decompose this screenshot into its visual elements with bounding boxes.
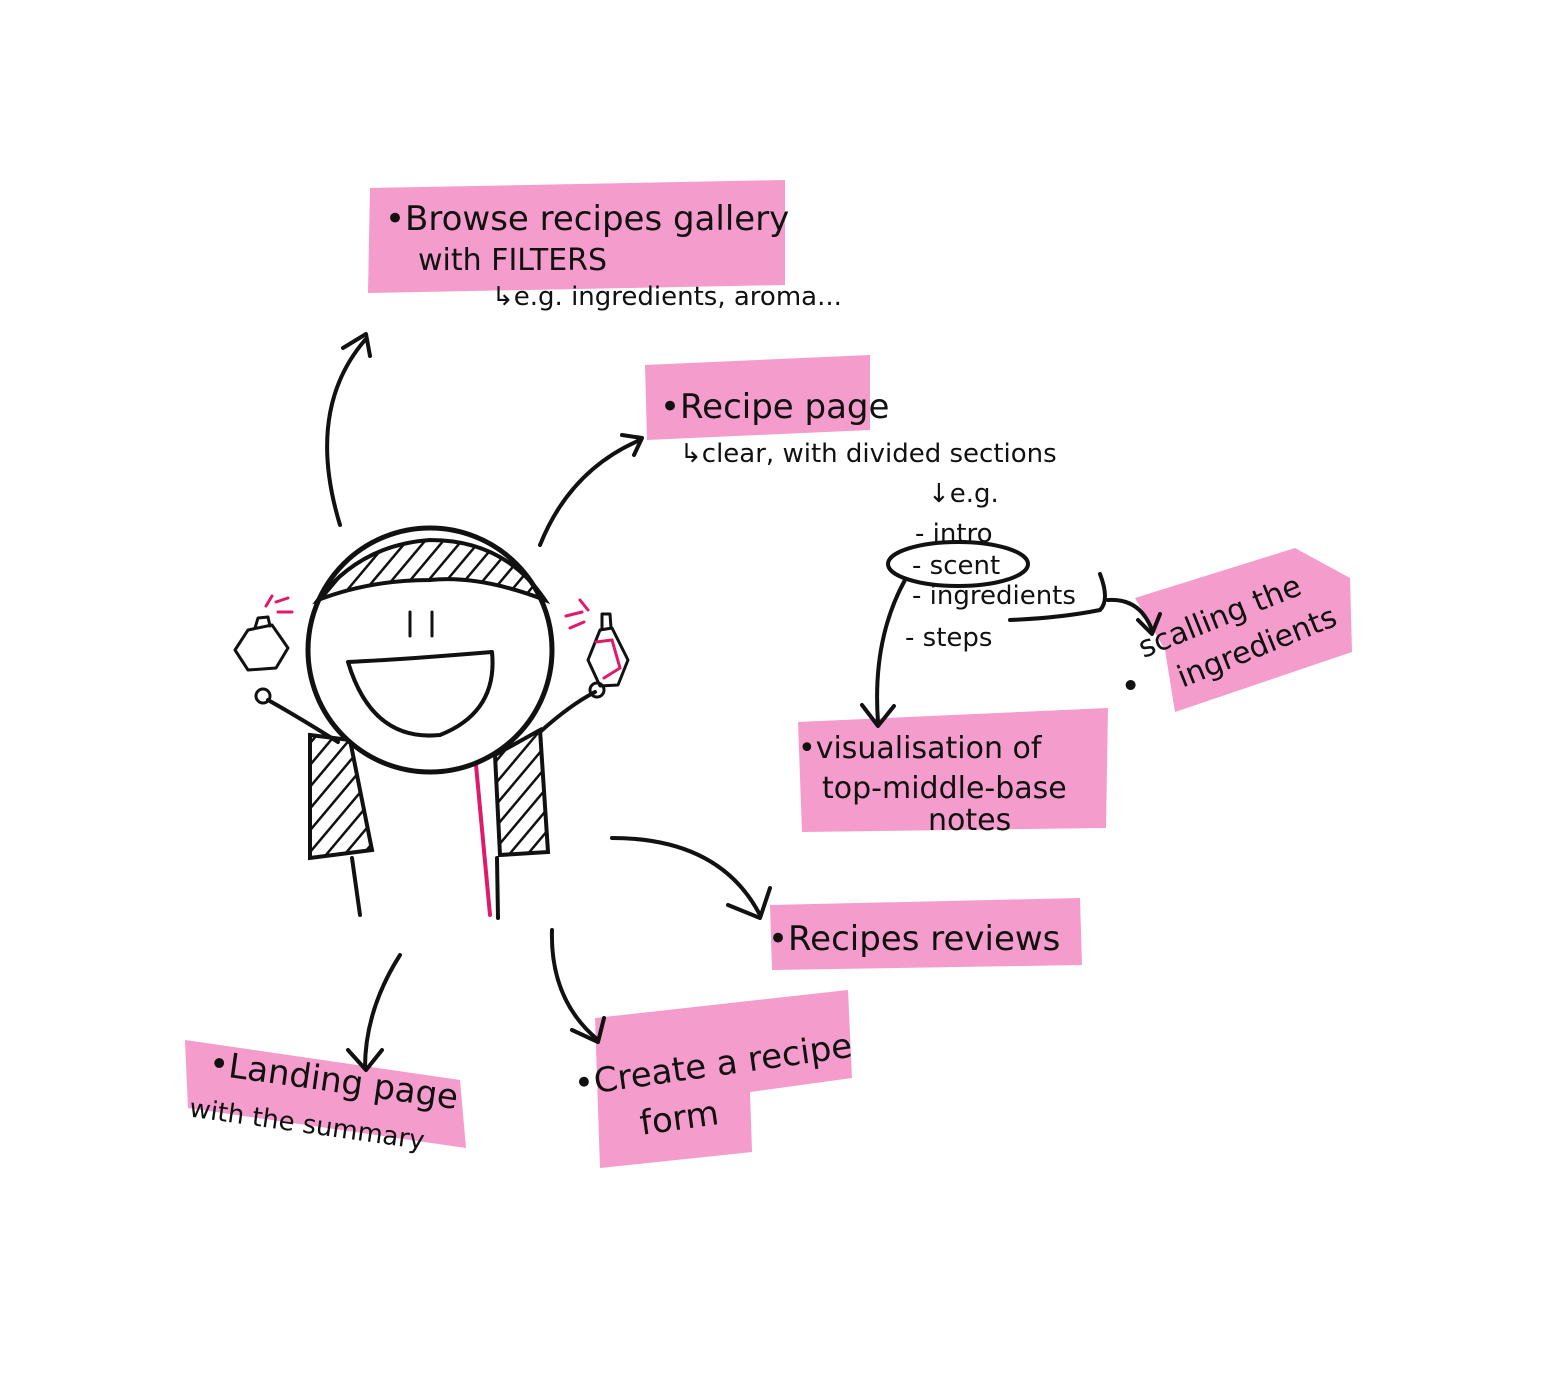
browse-line1: •Browse recipes gallery xyxy=(385,199,789,239)
scarf-stripe xyxy=(474,763,492,917)
section-intro: - intro xyxy=(915,519,993,549)
section-steps: - steps xyxy=(905,623,992,653)
right-perfume-bottle-icon xyxy=(564,598,630,688)
left-perfume-bottle-icon xyxy=(233,594,294,672)
browse-note: ↳e.g. ingredients, aroma... xyxy=(492,282,842,312)
arrow-to-landing xyxy=(346,953,402,1072)
section-ingredients: - ingredients xyxy=(912,581,1076,611)
recipe-page-eg: ↓e.g. xyxy=(928,479,999,509)
browse-line2: with FILTERS xyxy=(418,243,607,278)
recipe-page-title: •Recipe page xyxy=(660,387,889,427)
reviews-title: •Recipes reviews xyxy=(768,919,1060,959)
mind-map-canvas: •Browse recipes gallery with FILTERS ↳e.… xyxy=(185,180,1352,1168)
character-illustration xyxy=(233,525,630,920)
arrow-scent-to-visualisation xyxy=(860,578,907,728)
visualisation-line1: •visualisation of xyxy=(798,731,1043,766)
visualisation-line3: notes xyxy=(928,803,1011,838)
arrow-to-recipe-page xyxy=(538,433,644,547)
recipe-page-note: ↳clear, with divided sections xyxy=(680,439,1057,469)
visualisation-line2: top-middle-base xyxy=(822,771,1067,806)
reviews-node: •Recipes reviews xyxy=(768,919,1060,959)
section-scent: - scent xyxy=(912,551,1000,581)
recipe-page-node: •Recipe page ↳clear, with divided sectio… xyxy=(660,387,1076,653)
arrow-to-browse xyxy=(325,332,372,527)
arrow-to-reviews xyxy=(610,836,772,920)
